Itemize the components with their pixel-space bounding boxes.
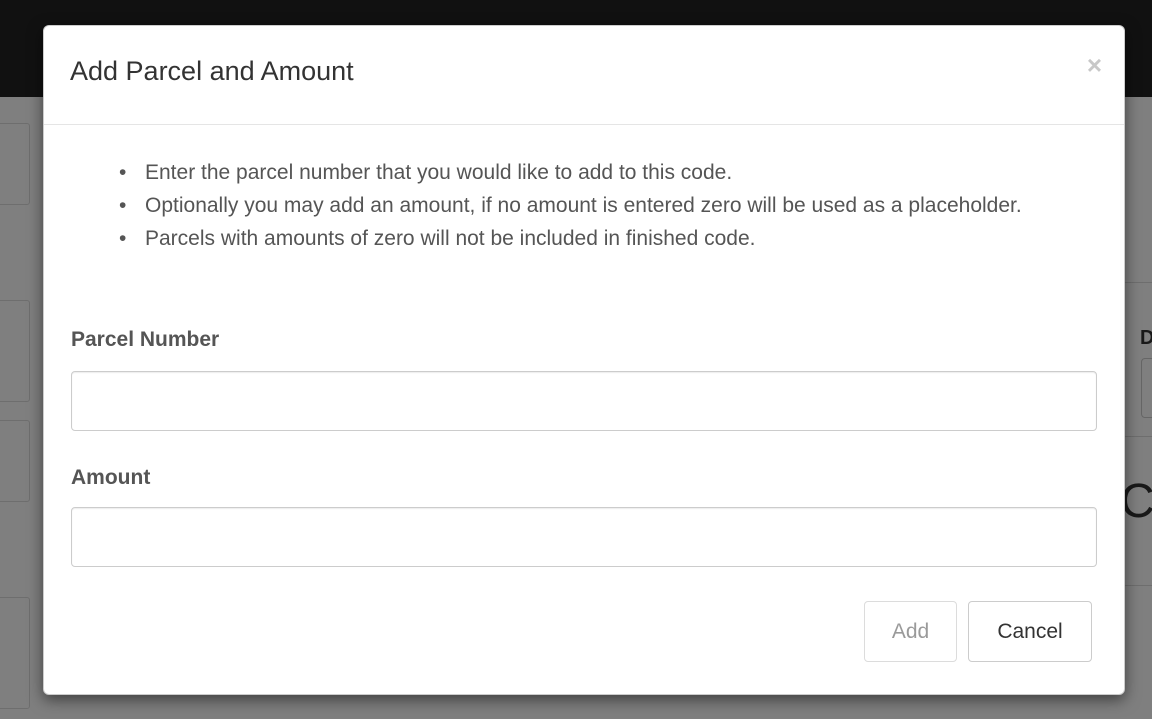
list-item: • Enter the parcel number that you would… (119, 156, 1040, 189)
amount-input[interactable] (71, 507, 1097, 567)
instructions-list: • Enter the parcel number that you would… (71, 156, 1097, 255)
bullet-icon: • (119, 227, 127, 250)
amount-label: Amount (71, 466, 151, 489)
add-parcel-modal: Add Parcel and Amount × • Enter the parc… (43, 25, 1125, 695)
add-button[interactable]: Add (864, 601, 957, 662)
modal-title: Add Parcel and Amount (70, 56, 354, 86)
instruction-text: Parcels with amounts of zero will not be… (145, 227, 756, 250)
parcel-number-label: Parcel Number (71, 328, 220, 351)
bullet-icon: • (119, 161, 127, 184)
parcel-number-input[interactable] (71, 371, 1097, 431)
list-item: • Optionally you may add an amount, if n… (119, 189, 1040, 222)
cancel-button[interactable]: Cancel (968, 601, 1092, 662)
instruction-text: Enter the parcel number that you would l… (145, 161, 733, 184)
close-icon[interactable]: × (1087, 52, 1102, 78)
instruction-text: Optionally you may add an amount, if no … (145, 194, 1022, 217)
modal-header: Add Parcel and Amount × (44, 26, 1124, 125)
bullet-icon: • (119, 194, 127, 217)
modal-body: • Enter the parcel number that you would… (44, 125, 1124, 250)
list-item: • Parcels with amounts of zero will not … (119, 222, 1040, 255)
